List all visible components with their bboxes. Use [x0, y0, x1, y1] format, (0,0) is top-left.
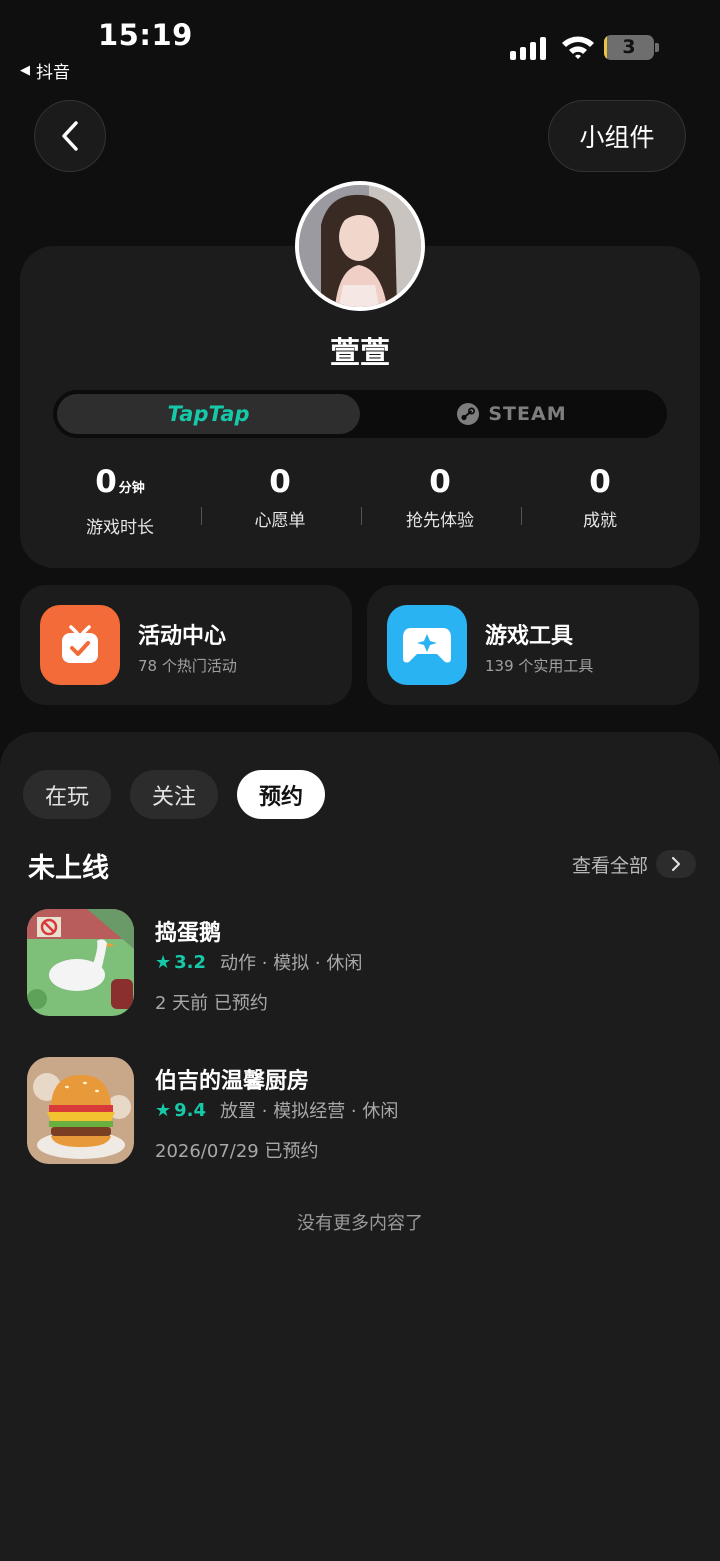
battery-icon: 3: [604, 35, 654, 60]
game-rating: 9.4: [174, 1099, 207, 1121]
tab-playing[interactable]: 在玩: [23, 770, 111, 819]
stat-play-time[interactable]: 0 分钟 游戏时长: [40, 462, 200, 538]
list-item[interactable]: 捣蛋鹅 ★ 3.2 动作 · 模拟 · 休闲 2 天前 已预约: [0, 909, 720, 1019]
game-cover-burger: [27, 1057, 134, 1164]
game-name: 捣蛋鹅: [155, 921, 222, 946]
battery-tip: [655, 43, 659, 52]
stat-value: 0: [95, 464, 117, 500]
stat-achievements[interactable]: 0 成就: [520, 462, 680, 531]
see-all-label: 查看全部: [572, 854, 649, 877]
game-name: 伯吉的温馨厨房: [155, 1069, 310, 1094]
game-tools-card[interactable]: 游戏工具 139 个实用工具: [367, 585, 699, 705]
stat-label: 游戏时长: [86, 518, 154, 538]
avatar[interactable]: [295, 181, 425, 311]
reservation-status: 2 天前 已预约: [155, 993, 268, 1014]
stat-unit: 分钟: [118, 481, 145, 496]
back-app-label: 抖音: [36, 63, 70, 83]
game-meta: ★ 3.2 动作 · 模拟 · 休闲: [155, 949, 362, 975]
list-item[interactable]: 伯吉的温馨厨房 ★ 9.4 放置 · 模拟经营 · 休闲 2026/07/29 …: [0, 1057, 720, 1167]
stat-early-access[interactable]: 0 抢先体验: [360, 462, 520, 531]
taptap-label: TapTap: [167, 402, 250, 426]
shortcut-subtitle: 78 个热门活动: [138, 657, 237, 675]
end-of-list-text: 没有更多内容了: [297, 1213, 423, 1234]
chevron-right-icon: [656, 850, 697, 878]
game-rating: 3.2: [174, 951, 207, 973]
stat-value: 0: [269, 464, 291, 500]
status-time: 15:19: [98, 18, 193, 52]
steam-icon: [457, 403, 480, 425]
stat-wishlist[interactable]: 0 心愿单: [200, 462, 360, 531]
back-to-app-link[interactable]: ◀ 抖音: [20, 58, 70, 83]
tab-taptap[interactable]: TapTap: [57, 394, 360, 434]
star-icon: ★: [155, 951, 172, 973]
stat-label: 成就: [583, 511, 617, 531]
see-all-button[interactable]: 查看全部: [572, 850, 697, 878]
shortcut-title: 游戏工具: [485, 624, 574, 649]
avatar-image: [299, 185, 421, 307]
stat-label: 抢先体验: [406, 511, 474, 531]
cellular-signal-icon: [510, 36, 546, 60]
stat-value: 0: [589, 464, 611, 500]
tab-reserved[interactable]: 预约: [237, 770, 325, 819]
back-triangle-icon: ◀: [20, 63, 30, 78]
activity-center-card[interactable]: 活动中心 78 个热门活动: [20, 585, 352, 705]
wifi-icon: [560, 34, 596, 64]
back-button[interactable]: [34, 100, 106, 172]
tv-check-icon: [40, 605, 120, 685]
star-icon: ★: [155, 1099, 172, 1121]
shortcut-subtitle: 139 个实用工具: [485, 657, 594, 675]
widget-button[interactable]: 小组件: [548, 100, 686, 172]
stat-value: 0: [429, 464, 451, 500]
chevron-left-icon: [62, 121, 78, 151]
battery-percent: 3: [622, 36, 636, 58]
section-title: 未上线: [28, 853, 109, 884]
reservation-status: 2026/07/29 已预约: [155, 1141, 319, 1162]
stat-label: 心愿单: [254, 511, 306, 531]
tab-steam[interactable]: STEAM: [360, 394, 663, 434]
tab-following[interactable]: 关注: [130, 770, 218, 819]
game-meta: ★ 9.4 放置 · 模拟经营 · 休闲: [155, 1097, 398, 1123]
gamepad-icon: [387, 605, 467, 685]
shortcut-title: 活动中心: [138, 624, 227, 649]
game-tags: 动作 · 模拟 · 休闲: [220, 953, 363, 974]
game-tags: 放置 · 模拟经营 · 休闲: [220, 1101, 399, 1122]
username: 萱萱: [330, 336, 390, 371]
game-cover-goose: [27, 909, 134, 1016]
steam-label: STEAM: [488, 403, 567, 425]
